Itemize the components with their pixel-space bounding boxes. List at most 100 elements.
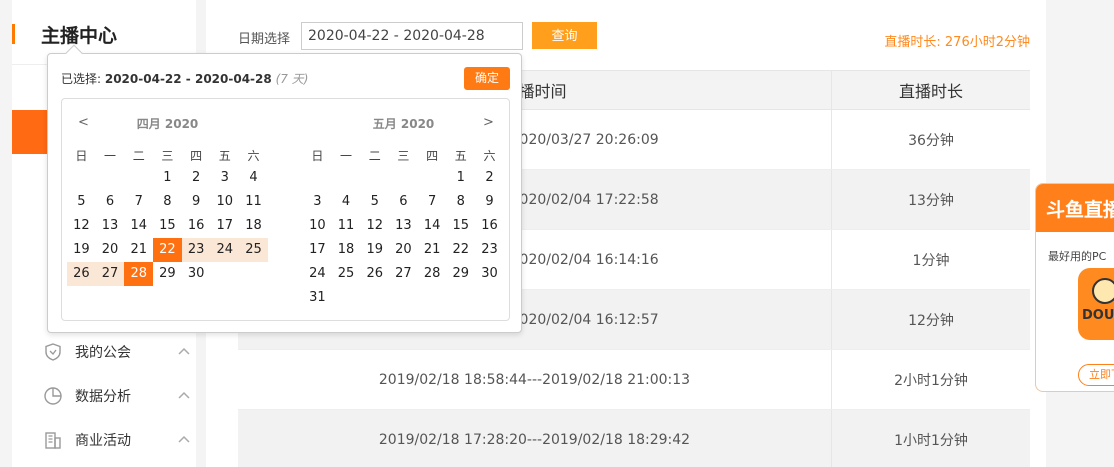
date-label: 日期选择 (238, 32, 291, 47)
accent-bar (12, 24, 15, 44)
date-range-input[interactable]: 2020-04-22 - 2020-04-28 (301, 22, 523, 50)
day-cell[interactable]: 8 (446, 190, 475, 214)
day-cell[interactable]: 16 (475, 214, 504, 238)
day-cell[interactable]: 15 (153, 214, 182, 238)
day-cell[interactable]: 10 (303, 214, 332, 238)
cell-time: 2019/02/18 17:28:20---2019/02/18 18:29:4… (238, 410, 832, 467)
weekday-row: 日一二三四五六 (303, 147, 504, 164)
day-cell[interactable]: 18 (332, 238, 361, 262)
day-cell[interactable]: 2 (475, 166, 504, 190)
day-cell[interactable]: 9 (182, 190, 211, 214)
week-row: 24 25 26 27 28 29 30 (303, 262, 504, 286)
sidebar-item-label: 我的公会 (75, 345, 131, 361)
empty-day-cell (67, 166, 96, 190)
day-cell[interactable]: 25 (239, 238, 268, 262)
week-row: 10 11 12 13 14 15 16 (303, 214, 504, 238)
ad-download-button[interactable]: 立即下载 (1078, 364, 1114, 386)
day-cell[interactable]: 22 (153, 238, 182, 262)
day-cell[interactable]: 5 (67, 190, 96, 214)
weekday-label: 三 (161, 149, 174, 163)
day-cell[interactable]: 14 (418, 214, 447, 238)
douyu-logo-icon: DOU (1078, 268, 1114, 340)
ad-title: 斗鱼直播 (1036, 184, 1114, 232)
building-icon (42, 429, 64, 451)
day-cell[interactable]: 13 (96, 214, 125, 238)
table-row: 2019/02/18 17:28:20---2019/02/18 18:29:4… (238, 410, 1030, 467)
sidebar-item-analytics[interactable]: 数据分析 (42, 380, 192, 412)
logo-text: DOU (1082, 308, 1114, 323)
day-cell[interactable]: 21 (418, 238, 447, 262)
day-cell[interactable]: 24 (303, 262, 332, 286)
day-cell[interactable]: 23 (181, 238, 211, 262)
range-sep: - (181, 72, 195, 86)
day-cell[interactable]: 1 (153, 166, 182, 190)
day-cell[interactable]: 4 (332, 190, 361, 214)
day-cell[interactable]: 30 (475, 262, 504, 286)
day-cell[interactable]: 12 (360, 214, 389, 238)
day-cell[interactable]: 19 (360, 238, 389, 262)
day-cell[interactable]: 29 (446, 262, 475, 286)
day-cell[interactable]: 11 (332, 214, 361, 238)
day-cell[interactable]: 10 (210, 190, 239, 214)
day-cell[interactable]: 14 (124, 214, 153, 238)
day-cell[interactable]: 7 (418, 190, 447, 214)
day-cell[interactable]: 23 (475, 238, 504, 262)
day-cell[interactable]: 7 (124, 190, 153, 214)
day-cell[interactable]: 26 (67, 262, 96, 286)
day-cell[interactable]: 26 (360, 262, 389, 286)
day-cell[interactable]: 3 (210, 166, 239, 190)
empty-day-cell (360, 286, 389, 310)
day-cell[interactable]: 15 (446, 214, 475, 238)
day-cell[interactable]: 12 (67, 214, 96, 238)
sidebar-item-guild[interactable]: 我的公会 (42, 336, 192, 368)
day-cell[interactable]: 6 (96, 190, 125, 214)
empty-day-cell (446, 286, 475, 310)
shield-icon (42, 341, 64, 363)
chevron-up-icon[interactable] (176, 432, 192, 448)
day-cell[interactable]: 2 (182, 166, 211, 190)
empty-day-cell (210, 262, 239, 286)
pie-chart-icon (42, 385, 64, 407)
day-cell[interactable]: 20 (96, 238, 125, 262)
day-cell[interactable]: 3 (303, 190, 332, 214)
day-cell[interactable]: 21 (124, 238, 153, 262)
day-cell[interactable]: 11 (239, 190, 268, 214)
query-button[interactable]: 查询 (532, 22, 597, 49)
day-cell[interactable]: 5 (360, 190, 389, 214)
day-cell[interactable]: 28 (124, 262, 154, 286)
week-row: 5 6 7 8 9 10 11 (67, 190, 268, 214)
day-cell[interactable]: 19 (67, 238, 96, 262)
day-cell[interactable]: 25 (332, 262, 361, 286)
day-cell[interactable]: 20 (389, 238, 418, 262)
day-cell[interactable]: 18 (239, 214, 268, 238)
sidebar-title: 主播中心 (41, 24, 118, 47)
day-cell[interactable]: 1 (446, 166, 475, 190)
download-ad-banner[interactable]: 斗鱼直播 最好用的PC DOU 立即下载 (1035, 183, 1114, 392)
day-cell[interactable]: 31 (303, 286, 332, 310)
day-cell[interactable]: 28 (418, 262, 447, 286)
day-cell[interactable]: 13 (389, 214, 418, 238)
chevron-up-icon[interactable] (176, 388, 192, 404)
day-cell[interactable]: 17 (303, 238, 332, 262)
day-cell[interactable]: 24 (210, 238, 240, 262)
sidebar-header: 主播中心 (12, 18, 117, 50)
empty-day-cell (332, 166, 361, 190)
confirm-button[interactable]: 确定 (464, 67, 510, 90)
day-cell[interactable]: 30 (182, 262, 211, 286)
sidebar-item-business[interactable]: 商业活动 (42, 424, 192, 456)
week-row: 19 20 21 22 23 24 25 (67, 238, 268, 262)
weekday-label: 日 (311, 149, 324, 163)
cell-duration: 36分钟 (908, 132, 954, 149)
day-cell[interactable]: 29 (153, 262, 182, 286)
day-cell[interactable]: 17 (210, 214, 239, 238)
day-cell[interactable]: 27 (389, 262, 418, 286)
day-cell[interactable]: 22 (446, 238, 475, 262)
day-cell[interactable]: 9 (475, 190, 504, 214)
day-cell[interactable]: 27 (95, 262, 125, 286)
day-cell[interactable]: 8 (153, 190, 182, 214)
day-cell[interactable]: 4 (239, 166, 268, 190)
chevron-up-icon[interactable] (176, 344, 192, 360)
day-cell[interactable]: 16 (182, 214, 211, 238)
week-row: 3456789 (303, 190, 504, 214)
day-cell[interactable]: 6 (389, 190, 418, 214)
